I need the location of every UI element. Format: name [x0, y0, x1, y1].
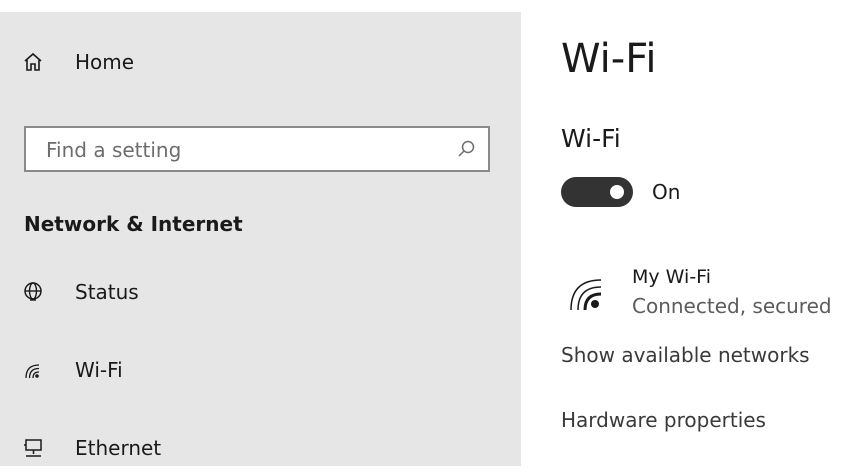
sidebar-item-wifi[interactable]: Wi-Fi	[0, 346, 521, 394]
wifi-icon	[22, 359, 44, 381]
search-box	[24, 126, 490, 172]
sidebar-item-home[interactable]: Home	[0, 38, 521, 86]
globe-icon	[22, 281, 44, 303]
network-item[interactable]: My Wi-Fi Connected, secured	[561, 262, 846, 324]
sidebar-item-label: Wi-Fi	[75, 358, 123, 382]
hardware-properties-link[interactable]: Hardware properties	[561, 408, 766, 432]
wifi-toggle[interactable]	[561, 177, 633, 207]
show-available-networks-link[interactable]: Show available networks	[561, 343, 810, 367]
sidebar: Home Network & Internet Status	[0, 12, 521, 466]
sidebar-item-label: Status	[75, 280, 139, 304]
toggle-state-label: On	[652, 180, 681, 204]
toggle-knob	[610, 185, 624, 199]
network-status: Connected, secured	[632, 294, 832, 318]
main-content: Wi-Fi Wi-Fi On My Wi-Fi Connected, secur…	[521, 0, 846, 466]
sidebar-item-ethernet[interactable]: Ethernet	[0, 424, 521, 472]
network-name: My Wi-Fi	[632, 266, 712, 288]
sidebar-item-label: Home	[75, 50, 135, 74]
ethernet-icon	[22, 437, 44, 459]
wifi-section-title: Wi-Fi	[561, 124, 621, 153]
home-icon	[22, 51, 44, 73]
search-icon[interactable]	[456, 139, 476, 159]
sidebar-item-status[interactable]: Status	[0, 268, 521, 316]
wifi-signal-icon	[565, 270, 611, 316]
search-input[interactable]	[44, 128, 458, 172]
section-title: Network & Internet	[24, 212, 243, 236]
page-title: Wi-Fi	[561, 36, 657, 82]
sidebar-item-label: Ethernet	[75, 436, 162, 460]
